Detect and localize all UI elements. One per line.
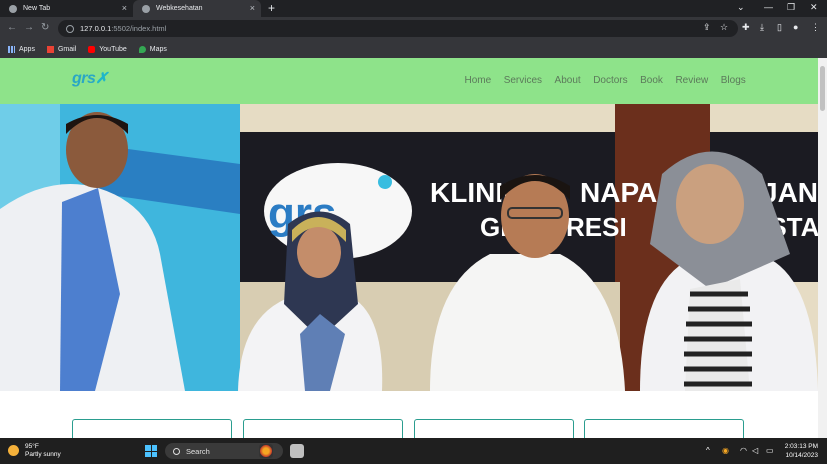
restore-icon[interactable]: ❐ — [787, 2, 795, 13]
new-tab-button[interactable]: + — [268, 1, 275, 15]
bookmark-label: Apps — [19, 45, 35, 53]
logo-text: grs — [72, 70, 96, 87]
service-card[interactable] — [584, 419, 744, 439]
back-icon[interactable]: ← — [7, 22, 17, 33]
service-card[interactable] — [414, 419, 574, 439]
weather-temp: 95°F — [25, 443, 39, 450]
search-icon — [173, 447, 180, 455]
bookmark-maps[interactable]: Maps — [138, 45, 167, 53]
file-explorer-icon[interactable] — [290, 444, 304, 458]
reload-icon[interactable]: ↻ — [41, 22, 49, 33]
extensions-icon[interactable]: ✚ — [742, 22, 750, 33]
tab-webkesehatan[interactable]: Webkesehatan × — [133, 0, 261, 17]
bookmark-star-icon[interactable]: ☆ — [720, 22, 728, 33]
weather-widget[interactable]: 95°F Partly sunny — [8, 443, 61, 459]
apps-grid-icon — [8, 45, 15, 53]
close-tab-icon[interactable]: × — [250, 3, 255, 13]
taskbar-search-label: Search — [186, 446, 210, 456]
minimize-icon[interactable]: — — [764, 2, 773, 12]
maps-icon — [138, 45, 146, 53]
service-card[interactable] — [243, 419, 403, 439]
forward-icon[interactable]: → — [24, 22, 34, 33]
tab-label: New Tab — [23, 5, 51, 12]
youtube-icon — [88, 45, 96, 53]
nav-services[interactable]: Services — [504, 75, 542, 86]
scrollbar-thumb[interactable] — [820, 66, 825, 111]
menu-kebab-icon[interactable]: ⋮ — [811, 22, 820, 33]
page-scrollbar[interactable] — [818, 58, 827, 438]
nav-doctors[interactable]: Doctors — [593, 75, 627, 86]
bookmark-apps[interactable]: Apps — [8, 45, 35, 53]
nav-home[interactable]: Home — [465, 75, 492, 86]
bookmarks-bar: Apps Gmail YouTube Maps — [0, 40, 827, 58]
weather-desc: Partly sunny — [25, 450, 61, 458]
service-card[interactable] — [72, 419, 232, 439]
windows-taskbar: 95°F Partly sunny Search ^ ◉ ◠ ◁ ▭ 2:03:… — [0, 438, 827, 464]
service-cards — [0, 419, 818, 439]
close-tab-icon[interactable]: × — [122, 3, 127, 13]
nav-book[interactable]: Book — [640, 75, 663, 86]
start-button[interactable] — [145, 445, 157, 457]
address-path: :5502/index.html — [111, 24, 167, 33]
share-icon[interactable]: ⇪ — [703, 22, 711, 33]
tab-search-icon[interactable]: ⌄ — [737, 2, 745, 13]
logo-figure-icon: ✗ — [95, 70, 108, 87]
system-clock[interactable]: 2:03:13 PM 10/14/2023 — [768, 442, 818, 460]
site-logo[interactable]: grs✗ — [72, 69, 108, 88]
nav-about[interactable]: About — [555, 75, 581, 86]
tab-strip: New Tab × Webkesehatan × + ⌄ — ❐ ✕ — [0, 0, 827, 17]
address-bar[interactable]: 127.0.0.1:5502/index.html — [58, 20, 738, 37]
browser-toolbar: ← → ↻ 127.0.0.1:5502/index.html ⇪ ☆ ✚ ⤓ … — [0, 17, 827, 40]
bookmark-youtube[interactable]: YouTube — [88, 45, 127, 53]
sign-line-5: RESI — [566, 212, 627, 242]
bookmark-label: Maps — [149, 45, 167, 53]
volume-icon[interactable]: ◁ — [752, 446, 758, 455]
hero-illustration: grs KLINIK NAPA JANT GR RESI ESTA — [0, 104, 818, 391]
main-nav: Home Services About Doctors Book Review … — [452, 75, 746, 86]
tray-overflow-icon[interactable]: ^ — [706, 446, 710, 455]
nav-blogs[interactable]: Blogs — [721, 75, 746, 86]
bookmark-gmail[interactable]: Gmail — [46, 45, 77, 53]
site-header: grs✗ Home Services About Doctors Book Re… — [0, 58, 818, 104]
tab-label: Webkesehatan — [156, 5, 203, 12]
hero-photo: grs KLINIK NAPA JANT GR RESI ESTA — [0, 104, 818, 391]
site-info-icon[interactable] — [66, 24, 74, 33]
nav-review[interactable]: Review — [675, 75, 708, 86]
clock-date: 10/14/2023 — [785, 452, 818, 460]
gmail-icon — [46, 45, 54, 53]
chrome-icon — [9, 4, 17, 13]
wifi-icon[interactable]: ◠ — [740, 446, 747, 455]
chrome-taskbar-icon[interactable] — [259, 444, 273, 458]
address-host: 127.0.0.1 — [80, 24, 112, 33]
tray-app-icon[interactable]: ◉ — [722, 446, 729, 455]
browser-chrome: New Tab × Webkesehatan × + ⌄ — ❐ ✕ ← → ↻… — [0, 0, 827, 58]
window-close-icon[interactable]: ✕ — [810, 2, 818, 13]
bookmark-label: YouTube — [99, 45, 127, 53]
tab-new-tab[interactable]: New Tab × — [0, 0, 133, 17]
globe-icon — [142, 4, 150, 13]
bookmark-label: Gmail — [57, 45, 77, 53]
download-icon[interactable]: ⤓ — [760, 22, 764, 33]
clock-time: 2:03:13 PM — [784, 443, 818, 450]
profile-avatar-icon[interactable]: ● — [793, 22, 798, 32]
side-panel-icon[interactable]: ▯ — [777, 22, 782, 33]
sign-line-2: NAPA — [580, 177, 657, 208]
partly-sunny-icon — [8, 445, 19, 457]
